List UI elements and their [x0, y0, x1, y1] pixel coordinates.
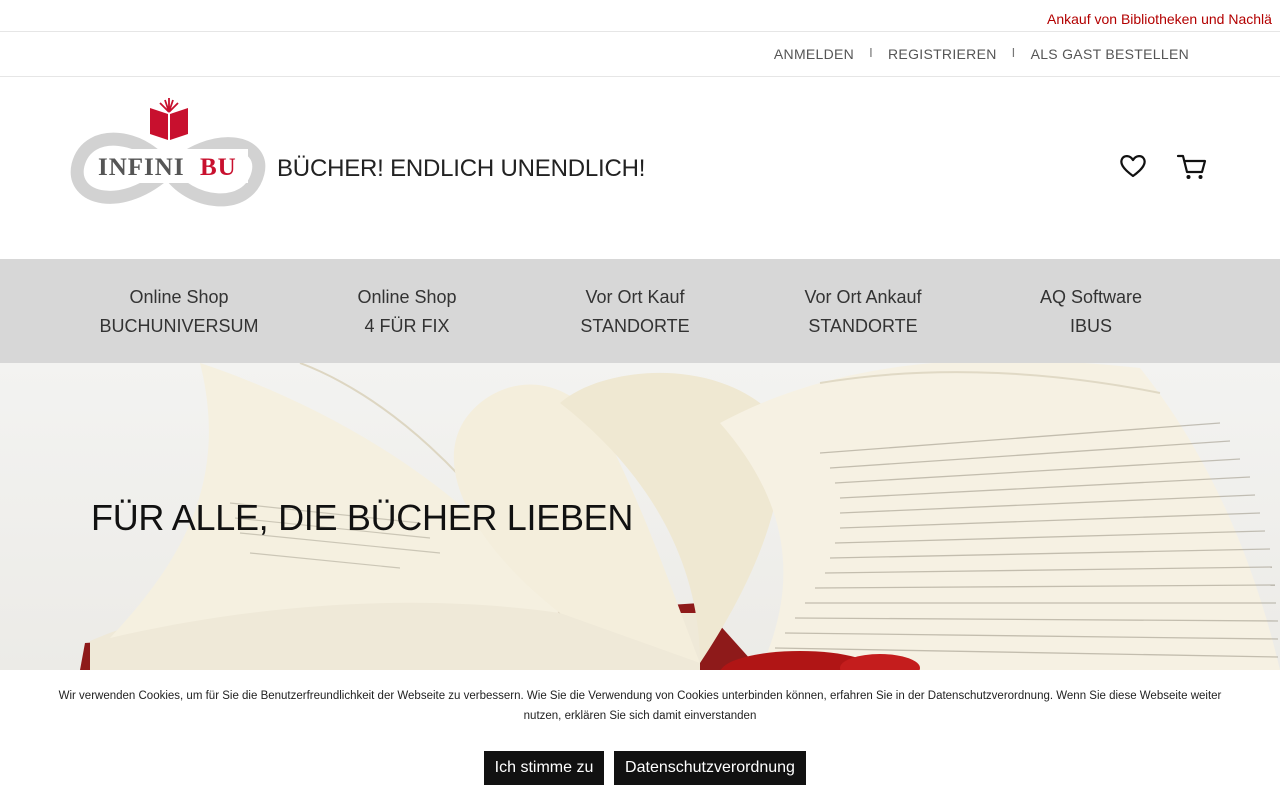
- cart-button[interactable]: [1176, 151, 1207, 181]
- separator: I: [1011, 44, 1016, 60]
- nav-item-label: Vor Ort Ankauf: [804, 287, 922, 307]
- cart-icon: [1176, 154, 1207, 179]
- logo-text-left: INFINI: [98, 154, 185, 181]
- infinity-logo-icon: INFINI BU: [70, 98, 266, 207]
- nav-item-label: Online Shop: [129, 287, 229, 307]
- wishlist-button[interactable]: [1118, 151, 1148, 181]
- cookie-banner: Wir verwenden Cookies, um für Sie die Be…: [0, 670, 1280, 800]
- nav-item-4-fuer-fix[interactable]: Online Shop 4 FÜR FIX: [307, 283, 507, 341]
- nav-item-sublabel: STANDORTE: [580, 316, 690, 336]
- login-link[interactable]: ANMELDEN: [774, 46, 854, 62]
- site-header: INFINI BU BÜCHER! ENDLICH UNENDLICH!: [0, 77, 1280, 259]
- nav-item-aq-software[interactable]: AQ Software IBUS: [991, 283, 1191, 341]
- nav-item-sublabel: 4 FÜR FIX: [364, 316, 450, 336]
- nav-item-vor-ort-kauf[interactable]: Vor Ort Kauf STANDORTE: [535, 283, 735, 341]
- hero-title: FÜR ALLE, DIE BÜCHER LIEBEN: [91, 497, 634, 538]
- heart-icon: [1120, 155, 1146, 178]
- register-link[interactable]: REGISTRIEREN: [888, 46, 997, 62]
- tagline: BÜCHER! ENDLICH UNENDLICH!: [277, 155, 646, 182]
- nav-item-sublabel: STANDORTE: [808, 316, 918, 336]
- hero-banner: FÜR ALLE, DIE BÜCHER LIEBEN: [0, 363, 1280, 670]
- separator: I: [869, 44, 874, 60]
- nav-item-sublabel: BUCHUNIVERSUM: [99, 316, 259, 336]
- account-bar: ANMELDEN I REGISTRIEREN I ALS GAST BESTE…: [0, 32, 1280, 77]
- nav-item-buchuniversum[interactable]: Online Shop BUCHUNIVERSUM: [79, 283, 279, 341]
- main-navigation: Online Shop BUCHUNIVERSUM Online Shop 4 …: [0, 259, 1280, 363]
- privacy-policy-button[interactable]: Datenschutzverordnung: [614, 751, 806, 785]
- nav-item-vor-ort-ankauf[interactable]: Vor Ort Ankauf STANDORTE: [763, 283, 963, 341]
- announcement-ticker: Ankauf von Bibliotheken und Nachlä: [0, 0, 1280, 32]
- nav-item-sublabel: IBUS: [1069, 316, 1112, 336]
- logo-text-right: BU: [200, 154, 237, 181]
- nav-item-label: AQ Software: [1039, 287, 1143, 307]
- logo[interactable]: INFINI BU: [68, 95, 268, 215]
- nav-item-label: Vor Ort Kauf: [585, 287, 685, 307]
- nav-item-label: Online Shop: [357, 287, 457, 307]
- guest-order-link[interactable]: ALS GAST BESTELLEN: [1031, 46, 1189, 62]
- ticker-text: Ankauf von Bibliotheken und Nachlä: [1047, 11, 1272, 27]
- agree-button[interactable]: Ich stimme zu: [484, 751, 604, 785]
- cookie-text: Wir verwenden Cookies, um für Sie die Be…: [58, 690, 1222, 722]
